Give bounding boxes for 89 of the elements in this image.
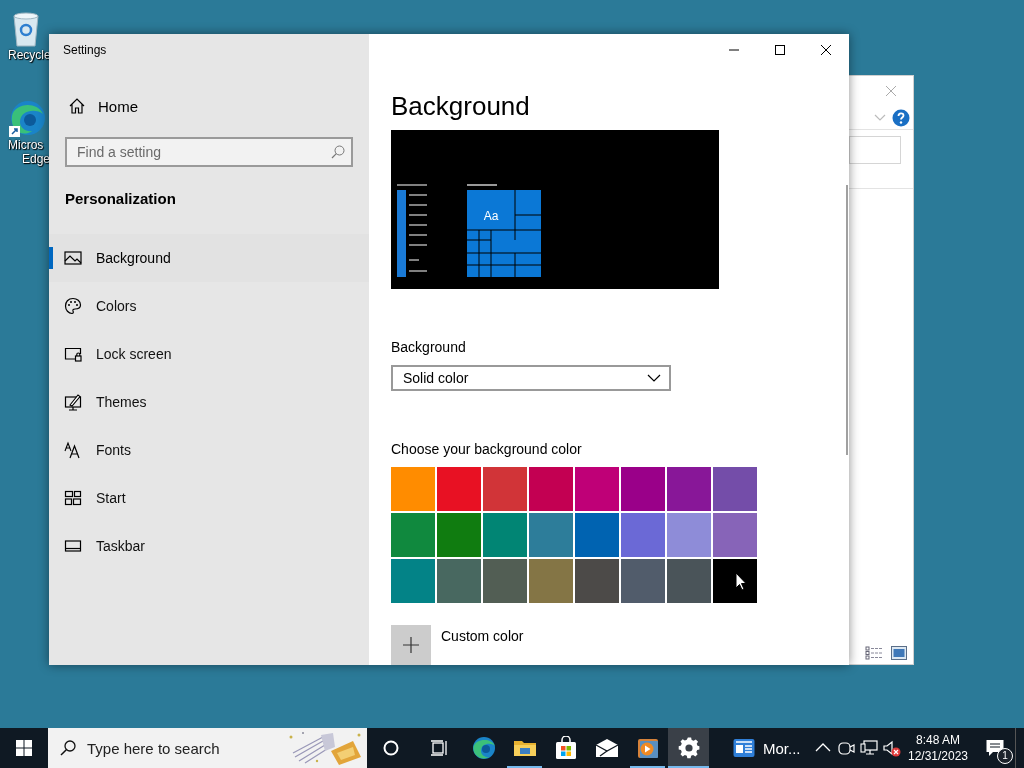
running-indicator <box>507 766 542 768</box>
sidebar-item[interactable]: Lock screen <box>49 330 369 378</box>
notification-button[interactable]: 1 <box>975 728 1015 768</box>
fonts-icon <box>64 441 82 459</box>
color-swatch[interactable] <box>391 467 435 511</box>
color-swatch[interactable] <box>529 513 573 557</box>
palette-icon <box>64 297 82 315</box>
sidebar-item[interactable]: Background <box>49 234 369 282</box>
chevron-down-icon <box>647 374 661 382</box>
color-swatch[interactable] <box>575 513 619 557</box>
color-swatch[interactable] <box>575 559 619 603</box>
taskbar-app-button[interactable] <box>668 728 709 768</box>
sidebar-item[interactable]: Start <box>49 474 369 522</box>
page-title: Background <box>391 90 530 123</box>
taskbar-icon <box>64 537 82 555</box>
custom-color-label: Custom color <box>441 627 524 644</box>
gear-icon <box>676 736 701 760</box>
tiles-icon <box>64 489 82 507</box>
sidebar-item[interactable]: Themes <box>49 378 369 426</box>
notification-count: 1 <box>997 748 1013 764</box>
chevron-down-icon[interactable] <box>874 113 886 122</box>
search-field[interactable]: Find a setting <box>65 137 353 167</box>
windows-logo-icon <box>16 740 32 756</box>
window-title: Settings <box>62 42 107 57</box>
sidebar-item[interactable]: Fonts <box>49 426 369 474</box>
close-icon <box>820 44 832 56</box>
lock-screen-icon <box>64 345 82 363</box>
color-swatch[interactable] <box>713 559 757 603</box>
clock[interactable]: 8:48 AM 12/31/2023 <box>907 728 969 768</box>
edge-icon <box>471 736 496 760</box>
news-widget[interactable]: Mor... <box>729 728 805 768</box>
color-swatch[interactable] <box>483 513 527 557</box>
icon-label: Edge <box>21 152 50 166</box>
icon-label: Recycle <box>8 48 51 62</box>
sidebar-item[interactable]: Colors <box>49 282 369 330</box>
plus-icon <box>402 636 420 654</box>
color-swatch[interactable] <box>667 559 711 603</box>
circle-icon <box>383 740 399 756</box>
color-swatch[interactable] <box>391 513 435 557</box>
envelope-icon <box>594 736 619 760</box>
running-indicator <box>668 766 709 768</box>
media-player-icon <box>635 736 660 760</box>
help-icon[interactable] <box>892 108 910 127</box>
color-swatch[interactable] <box>575 467 619 511</box>
monitor-brush-icon <box>64 393 82 411</box>
color-swatch[interactable] <box>713 467 757 511</box>
news-icon <box>733 738 755 758</box>
icon-label: Micros <box>8 138 44 152</box>
background-dropdown[interactable]: Solid color <box>391 365 671 391</box>
home-icon <box>68 97 86 115</box>
color-swatch[interactable] <box>621 559 665 603</box>
color-swatch[interactable] <box>437 513 481 557</box>
color-swatch[interactable] <box>713 513 757 557</box>
taskbar-search-field[interactable]: Type here to search <box>48 728 367 768</box>
picture-icon <box>64 249 82 267</box>
color-swatch[interactable] <box>621 467 665 511</box>
network-icon <box>859 739 878 757</box>
color-swatch[interactable] <box>529 467 573 511</box>
color-swatch[interactable] <box>483 467 527 511</box>
task-view-icon <box>430 740 448 756</box>
color-swatch[interactable] <box>667 513 711 557</box>
scrollbar-thumb[interactable] <box>846 185 848 455</box>
color-swatch[interactable] <box>483 559 527 603</box>
field-label: Background <box>391 339 466 355</box>
color-swatch[interactable] <box>391 559 435 603</box>
camera-icon <box>836 739 855 757</box>
color-swatch[interactable] <box>621 513 665 557</box>
running-indicator <box>630 766 665 768</box>
mouse-pointer-icon <box>735 572 747 591</box>
close-icon[interactable] <box>885 85 897 97</box>
search-icon <box>331 145 345 159</box>
section-heading: Personalization <box>65 189 176 209</box>
color-swatch[interactable] <box>437 467 481 511</box>
color-swatch[interactable] <box>529 559 573 603</box>
speaker-muted-icon <box>882 739 901 757</box>
custom-color-button[interactable] <box>391 625 431 665</box>
thumbnail-view-icon[interactable] <box>891 646 907 660</box>
color-swatch[interactable] <box>437 559 481 603</box>
home-link[interactable]: Home <box>49 94 148 118</box>
shopping-bag-icon <box>553 736 578 760</box>
maximize-icon <box>774 44 786 56</box>
search-icon <box>60 740 76 756</box>
tile-label: Aa <box>483 209 499 223</box>
details-view-icon[interactable] <box>865 646 883 660</box>
section-label: Choose your background color <box>391 441 582 457</box>
edge-icon <box>6 98 46 138</box>
color-swatch[interactable] <box>667 467 711 511</box>
text-field[interactable] <box>849 136 901 164</box>
sidebar-item[interactable]: Taskbar <box>49 522 369 570</box>
